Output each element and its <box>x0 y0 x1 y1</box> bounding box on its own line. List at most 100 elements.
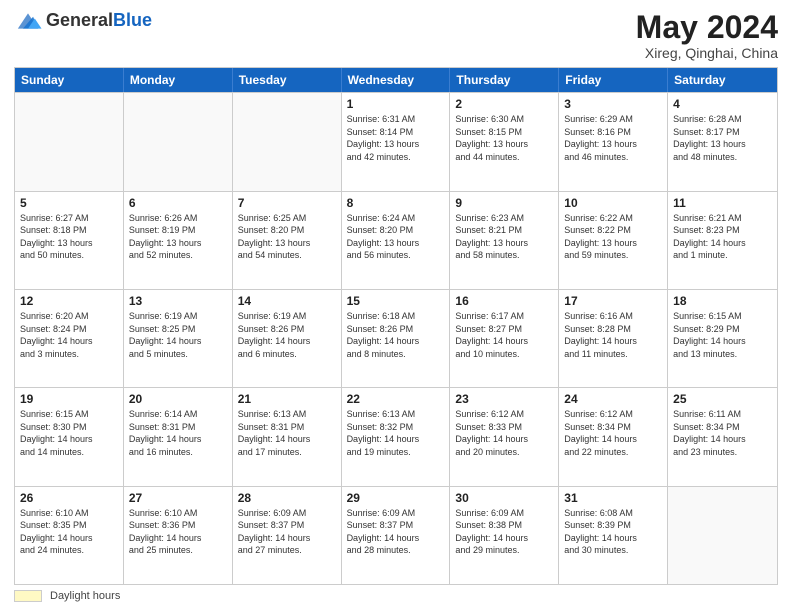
calendar-cell: 31 Sunrise: 6:08 AM Sunset: 8:39 PM Dayli… <box>559 487 668 584</box>
day-number: 31 <box>564 491 662 505</box>
calendar-cell: 9 Sunrise: 6:23 AM Sunset: 8:21 PM Daylig… <box>450 192 559 289</box>
calendar-cell: 10 Sunrise: 6:22 AM Sunset: 8:22 PM Dayli… <box>559 192 668 289</box>
calendar-cell: 16 Sunrise: 6:17 AM Sunset: 8:27 PM Dayli… <box>450 290 559 387</box>
day-number: 23 <box>455 392 553 406</box>
day-info: Sunrise: 6:16 AM Sunset: 8:28 PM Dayligh… <box>564 310 662 360</box>
calendar-cell: 5 Sunrise: 6:27 AM Sunset: 8:18 PM Daylig… <box>15 192 124 289</box>
calendar-cell: 28Sunrise: 6:09 AM Sunset: 8:37 PM Dayli… <box>233 487 342 584</box>
day-info: Sunrise: 6:22 AM Sunset: 8:22 PM Dayligh… <box>564 212 662 262</box>
title-month: May 2024 <box>636 10 778 45</box>
day-number: 27 <box>129 491 227 505</box>
calendar-cell: 26Sunrise: 6:10 AM Sunset: 8:35 PM Dayli… <box>15 487 124 584</box>
calendar-cell: 17 Sunrise: 6:16 AM Sunset: 8:28 PM Dayli… <box>559 290 668 387</box>
calendar-row-4: 19Sunrise: 6:15 AM Sunset: 8:30 PM Dayli… <box>15 387 777 485</box>
day-info: Sunrise: 6:21 AM Sunset: 8:23 PM Dayligh… <box>673 212 772 262</box>
daylight-label: Daylight hours <box>50 590 120 602</box>
weekday-header-thursday: Thursday <box>450 68 559 92</box>
day-info: Sunrise: 6:12 AM Sunset: 8:33 PM Dayligh… <box>455 408 553 458</box>
weekday-header-sunday: Sunday <box>15 68 124 92</box>
day-info: Sunrise: 6:12 AM Sunset: 8:34 PM Dayligh… <box>564 408 662 458</box>
day-number: 12 <box>20 294 118 308</box>
calendar-cell: 13 Sunrise: 6:19 AM Sunset: 8:25 PM Dayli… <box>124 290 233 387</box>
calendar-cell: 2Sunrise: 6:30 AM Sunset: 8:15 PM Daylig… <box>450 93 559 190</box>
day-number: 17 <box>564 294 662 308</box>
day-number: 5 <box>20 196 118 210</box>
title-block: May 2024 Xireg, Qinghai, China <box>636 10 778 61</box>
calendar-cell: 12 Sunrise: 6:20 AM Sunset: 8:24 PM Dayli… <box>15 290 124 387</box>
logo: GeneralBlue <box>14 10 152 32</box>
day-number: 28 <box>238 491 336 505</box>
calendar-cell: 6Sunrise: 6:26 AM Sunset: 8:19 PM Daylig… <box>124 192 233 289</box>
day-number: 30 <box>455 491 553 505</box>
day-info: Sunrise: 6:09 AM Sunset: 8:37 PM Dayligh… <box>347 507 445 557</box>
day-info: Sunrise: 6:14 AM Sunset: 8:31 PM Dayligh… <box>129 408 227 458</box>
day-info: Sunrise: 6:27 AM Sunset: 8:18 PM Dayligh… <box>20 212 118 262</box>
day-info: Sunrise: 6:13 AM Sunset: 8:31 PM Dayligh… <box>238 408 336 458</box>
calendar-cell: 4 Sunrise: 6:28 AM Sunset: 8:17 PM Daylig… <box>668 93 777 190</box>
day-number: 18 <box>673 294 772 308</box>
daylight-swatch <box>14 590 42 602</box>
day-number: 13 <box>129 294 227 308</box>
day-info: Sunrise: 6:08 AM Sunset: 8:39 PM Dayligh… <box>564 507 662 557</box>
calendar-cell: 22Sunrise: 6:13 AM Sunset: 8:32 PM Dayli… <box>342 388 451 485</box>
day-info: Sunrise: 6:17 AM Sunset: 8:27 PM Dayligh… <box>455 310 553 360</box>
day-info: Sunrise: 6:20 AM Sunset: 8:24 PM Dayligh… <box>20 310 118 360</box>
calendar-cell: 25Sunrise: 6:11 AM Sunset: 8:34 PM Dayli… <box>668 388 777 485</box>
day-number: 20 <box>129 392 227 406</box>
day-number: 6 <box>129 196 227 210</box>
day-number: 2 <box>455 97 553 111</box>
header: GeneralBlue May 2024 Xireg, Qinghai, Chi… <box>14 10 778 61</box>
calendar-cell: 19Sunrise: 6:15 AM Sunset: 8:30 PM Dayli… <box>15 388 124 485</box>
day-info: Sunrise: 6:10 AM Sunset: 8:36 PM Dayligh… <box>129 507 227 557</box>
weekday-header-tuesday: Tuesday <box>233 68 342 92</box>
calendar-cell: 3 Sunrise: 6:29 AM Sunset: 8:16 PM Daylig… <box>559 93 668 190</box>
calendar-cell <box>668 487 777 584</box>
calendar-cell: 7 Sunrise: 6:25 AM Sunset: 8:20 PM Daylig… <box>233 192 342 289</box>
calendar-cell: 18 Sunrise: 6:15 AM Sunset: 8:29 PM Dayli… <box>668 290 777 387</box>
day-number: 4 <box>673 97 772 111</box>
day-info: Sunrise: 6:28 AM Sunset: 8:17 PM Dayligh… <box>673 113 772 163</box>
calendar: SundayMondayTuesdayWednesdayThursdayFrid… <box>14 67 778 585</box>
day-number: 15 <box>347 294 445 308</box>
title-location: Xireg, Qinghai, China <box>636 45 778 61</box>
calendar-cell <box>124 93 233 190</box>
day-number: 29 <box>347 491 445 505</box>
calendar-row-5: 26Sunrise: 6:10 AM Sunset: 8:35 PM Dayli… <box>15 486 777 584</box>
day-info: Sunrise: 6:23 AM Sunset: 8:21 PM Dayligh… <box>455 212 553 262</box>
day-info: Sunrise: 6:19 AM Sunset: 8:25 PM Dayligh… <box>129 310 227 360</box>
day-info: Sunrise: 6:25 AM Sunset: 8:20 PM Dayligh… <box>238 212 336 262</box>
day-number: 8 <box>347 196 445 210</box>
logo-icon <box>14 10 42 32</box>
calendar-cell: 1 Sunrise: 6:31 AM Sunset: 8:14 PM Daylig… <box>342 93 451 190</box>
day-number: 21 <box>238 392 336 406</box>
calendar-cell: 21 Sunrise: 6:13 AM Sunset: 8:31 PM Dayli… <box>233 388 342 485</box>
day-info: Sunrise: 6:19 AM Sunset: 8:26 PM Dayligh… <box>238 310 336 360</box>
day-number: 24 <box>564 392 662 406</box>
calendar-cell: 30Sunrise: 6:09 AM Sunset: 8:38 PM Dayli… <box>450 487 559 584</box>
day-number: 11 <box>673 196 772 210</box>
day-info: Sunrise: 6:13 AM Sunset: 8:32 PM Dayligh… <box>347 408 445 458</box>
day-number: 7 <box>238 196 336 210</box>
calendar-body: 1 Sunrise: 6:31 AM Sunset: 8:14 PM Daylig… <box>15 92 777 584</box>
day-info: Sunrise: 6:24 AM Sunset: 8:20 PM Dayligh… <box>347 212 445 262</box>
calendar-cell <box>15 93 124 190</box>
day-info: Sunrise: 6:18 AM Sunset: 8:26 PM Dayligh… <box>347 310 445 360</box>
day-number: 3 <box>564 97 662 111</box>
day-number: 9 <box>455 196 553 210</box>
calendar-cell: 23 Sunrise: 6:12 AM Sunset: 8:33 PM Dayli… <box>450 388 559 485</box>
calendar-cell <box>233 93 342 190</box>
day-number: 1 <box>347 97 445 111</box>
day-info: Sunrise: 6:31 AM Sunset: 8:14 PM Dayligh… <box>347 113 445 163</box>
weekday-header-monday: Monday <box>124 68 233 92</box>
day-number: 10 <box>564 196 662 210</box>
day-info: Sunrise: 6:15 AM Sunset: 8:29 PM Dayligh… <box>673 310 772 360</box>
calendar-cell: 15 Sunrise: 6:18 AM Sunset: 8:26 PM Dayli… <box>342 290 451 387</box>
calendar-cell: 20 Sunrise: 6:14 AM Sunset: 8:31 PM Dayli… <box>124 388 233 485</box>
day-info: Sunrise: 6:10 AM Sunset: 8:35 PM Dayligh… <box>20 507 118 557</box>
calendar-cell: 24 Sunrise: 6:12 AM Sunset: 8:34 PM Dayli… <box>559 388 668 485</box>
day-number: 14 <box>238 294 336 308</box>
page: GeneralBlue May 2024 Xireg, Qinghai, Chi… <box>0 0 792 612</box>
day-info: Sunrise: 6:29 AM Sunset: 8:16 PM Dayligh… <box>564 113 662 163</box>
day-info: Sunrise: 6:15 AM Sunset: 8:30 PM Dayligh… <box>20 408 118 458</box>
day-number: 16 <box>455 294 553 308</box>
